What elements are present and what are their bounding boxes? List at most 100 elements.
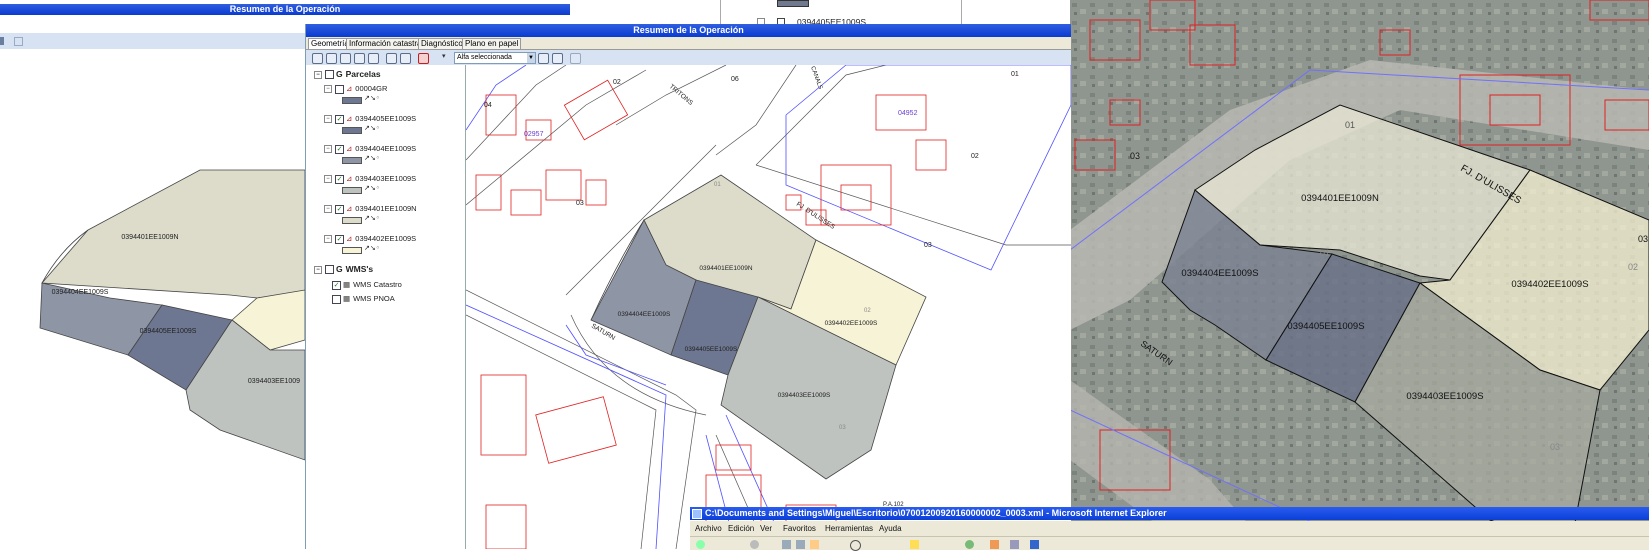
tab-plano-en-papel[interactable]: Plano en papel: [462, 38, 522, 49]
stop-icon[interactable]: [782, 540, 791, 549]
back-window-titlebar[interactable]: Resumen de la Operación: [0, 4, 570, 15]
collapse-icon[interactable]: −: [324, 205, 332, 214]
back-toolbar-tool-icon[interactable]: [14, 37, 23, 46]
front-label-0394401EE1009N: 0394401EE1009N: [699, 265, 752, 272]
search-icon[interactable]: [850, 540, 861, 551]
tree-group-parcelas[interactable]: − G Parcelas: [314, 69, 381, 80]
favorites-icon[interactable]: [910, 540, 919, 549]
layer-label: WMS PNOA: [353, 294, 395, 303]
history-icon[interactable]: [965, 540, 974, 549]
collapse-icon[interactable]: −: [324, 235, 332, 244]
aerial-label-0394404EE1009S: 0394404EE1009S: [1181, 268, 1258, 279]
tree-layer-wms-pnoa[interactable]: ▦ WMS PNOA: [332, 294, 395, 304]
menu-edicion[interactable]: Edición: [728, 524, 754, 533]
layer-label: 0394404EE1009S: [355, 144, 417, 153]
back-label-0394405EE1009S: 0394405EE1009S: [140, 328, 197, 335]
layer-checkbox[interactable]: ✓: [335, 174, 344, 184]
aerial-num-03c: 03: [1550, 442, 1560, 452]
map-num-03a: 03: [576, 200, 584, 207]
map-num-04: 04: [484, 102, 492, 109]
tree-layer-0394402EE1009S[interactable]: − ✓ ⊿ 0394402EE1009S: [324, 234, 416, 244]
menu-archivo[interactable]: Archivo: [695, 524, 722, 533]
layer-tree: − G Parcelas − ⊿ 00004GR ↗↘◦ − ✓ ⊿ 0394405EE100…: [306, 65, 466, 549]
collapse-icon[interactable]: −: [314, 70, 322, 79]
layer-label: 0394405EE1009S: [355, 114, 417, 123]
tree-group-wms[interactable]: − G WMS's: [314, 264, 374, 275]
layer-checkbox[interactable]: ✓: [335, 204, 344, 214]
print-icon[interactable]: [1010, 540, 1019, 549]
dropdown-arrow-icon[interactable]: ▾: [442, 52, 446, 60]
menu-herramientas[interactable]: Herramientas: [825, 524, 873, 533]
group-label: Parcelas: [345, 69, 381, 79]
collapse-icon[interactable]: −: [324, 85, 332, 94]
ie-app-icon: [692, 508, 702, 519]
strip-folder-icon: [777, 0, 809, 7]
refresh-icon[interactable]: [796, 540, 805, 549]
tree-layer-0394403EE1009S[interactable]: − ✓ ⊿ 0394403EE1009S: [324, 174, 416, 184]
zoom-window-icon[interactable]: [368, 53, 379, 64]
back-icon[interactable]: [696, 540, 705, 549]
front-window: Resumen de la Operación Geometría Inform…: [305, 24, 1071, 549]
tab-informacion-catastral[interactable]: Información catastral: [346, 38, 427, 49]
layer-checkbox[interactable]: ✓: [332, 280, 341, 290]
ie-title-text: C:\Documents and Settings\Miguel\Escrito…: [705, 508, 1167, 518]
ie-toolbar: [690, 536, 1649, 551]
map-num-03c: 03: [839, 425, 846, 431]
copy-icon[interactable]: [386, 53, 397, 64]
collapse-icon[interactable]: −: [314, 265, 322, 274]
print-icon[interactable]: [552, 53, 563, 64]
layer-checkbox[interactable]: ✓: [335, 234, 344, 244]
map-num-01a: 01: [1011, 71, 1019, 78]
layer-checkbox[interactable]: [335, 84, 344, 94]
ie-titlebar[interactable]: C:\Documents and Settings\Miguel\Escrito…: [690, 507, 1649, 520]
collapse-icon[interactable]: −: [324, 175, 332, 184]
layer-symbols: ↗↘◦: [364, 154, 380, 162]
aerial-label-0394401EE1009N: 0394401EE1009N: [1301, 193, 1379, 204]
back-window-map[interactable]: 0394401EE1009N 0394404EE1009S 0394405EE1…: [0, 50, 305, 549]
toolbar-grip-icon[interactable]: [0, 37, 4, 45]
group-checkbox[interactable]: [325, 265, 334, 275]
layer-select[interactable]: Alfa seleccionada ▼: [454, 52, 536, 64]
front-window-titlebar[interactable]: Resumen de la Operación: [306, 24, 1071, 37]
zoom-extent-icon[interactable]: [354, 53, 365, 64]
zoom-in-icon[interactable]: [312, 53, 323, 64]
right-aerial-map[interactable]: 04 0394401EE1009N 0394404EE1009S 0394405…: [1070, 0, 1649, 549]
layer-symbols: ↗↘◦: [364, 94, 380, 102]
pan-icon[interactable]: [340, 53, 351, 64]
tree-layer-0394405EE1009S[interactable]: − ✓ ⊿ 0394405EE1009S: [324, 114, 416, 124]
collapse-icon[interactable]: −: [324, 145, 332, 154]
layer-icon: ⊿: [346, 114, 353, 123]
forward-icon[interactable]: [750, 540, 759, 549]
tree-layer-0394404EE1009S[interactable]: − ✓ ⊿ 0394404EE1009S: [324, 144, 416, 154]
layer-checkbox[interactable]: ✓: [335, 144, 344, 154]
menu-ayuda[interactable]: Ayuda: [879, 524, 902, 533]
collapse-icon[interactable]: −: [324, 115, 332, 124]
map-num-03b: 03: [924, 242, 932, 249]
layer-symbols: ↗↘◦: [364, 124, 380, 132]
layer-checkbox[interactable]: [332, 294, 341, 304]
layer-swatch: [342, 217, 362, 224]
menu-ver[interactable]: Ver: [760, 524, 772, 533]
middle-window-strip: 0394405EE1009S: [720, 0, 962, 27]
layer-symbols: ↗↘◦: [364, 244, 380, 252]
edit-icon[interactable]: [1030, 540, 1039, 549]
select-icon[interactable]: [418, 53, 429, 64]
measure-icon[interactable]: [538, 53, 549, 64]
zoom-out-icon[interactable]: [326, 53, 337, 64]
group-label: WMS's: [345, 264, 374, 274]
paste-icon[interactable]: [400, 53, 411, 64]
chevron-down-icon[interactable]: ▼: [527, 53, 535, 63]
tab-diagnostico[interactable]: Diagnóstico: [418, 38, 466, 49]
tree-layer-wms-catastro[interactable]: ✓ ▦ WMS Catastro: [332, 280, 402, 290]
layer-checkbox[interactable]: ✓: [335, 114, 344, 124]
layer-label: 00004GR: [355, 84, 388, 93]
layer-symbols: ↗↘◦: [364, 214, 380, 222]
menu-favoritos[interactable]: Favoritos: [783, 524, 816, 533]
tree-layer-00004GR[interactable]: − ⊿ 00004GR: [324, 84, 387, 94]
tree-layer-0394401EE1009N[interactable]: − ✓ ⊿ 0394401EE1009N: [324, 204, 417, 214]
front-map-canvas[interactable]: 0394401EE1009N 0394404EE1009S 0394405EE1…: [466, 65, 1071, 549]
home-icon[interactable]: [810, 540, 819, 549]
info-icon[interactable]: [570, 53, 581, 64]
mail-icon[interactable]: [990, 540, 999, 549]
group-checkbox[interactable]: [325, 70, 334, 80]
